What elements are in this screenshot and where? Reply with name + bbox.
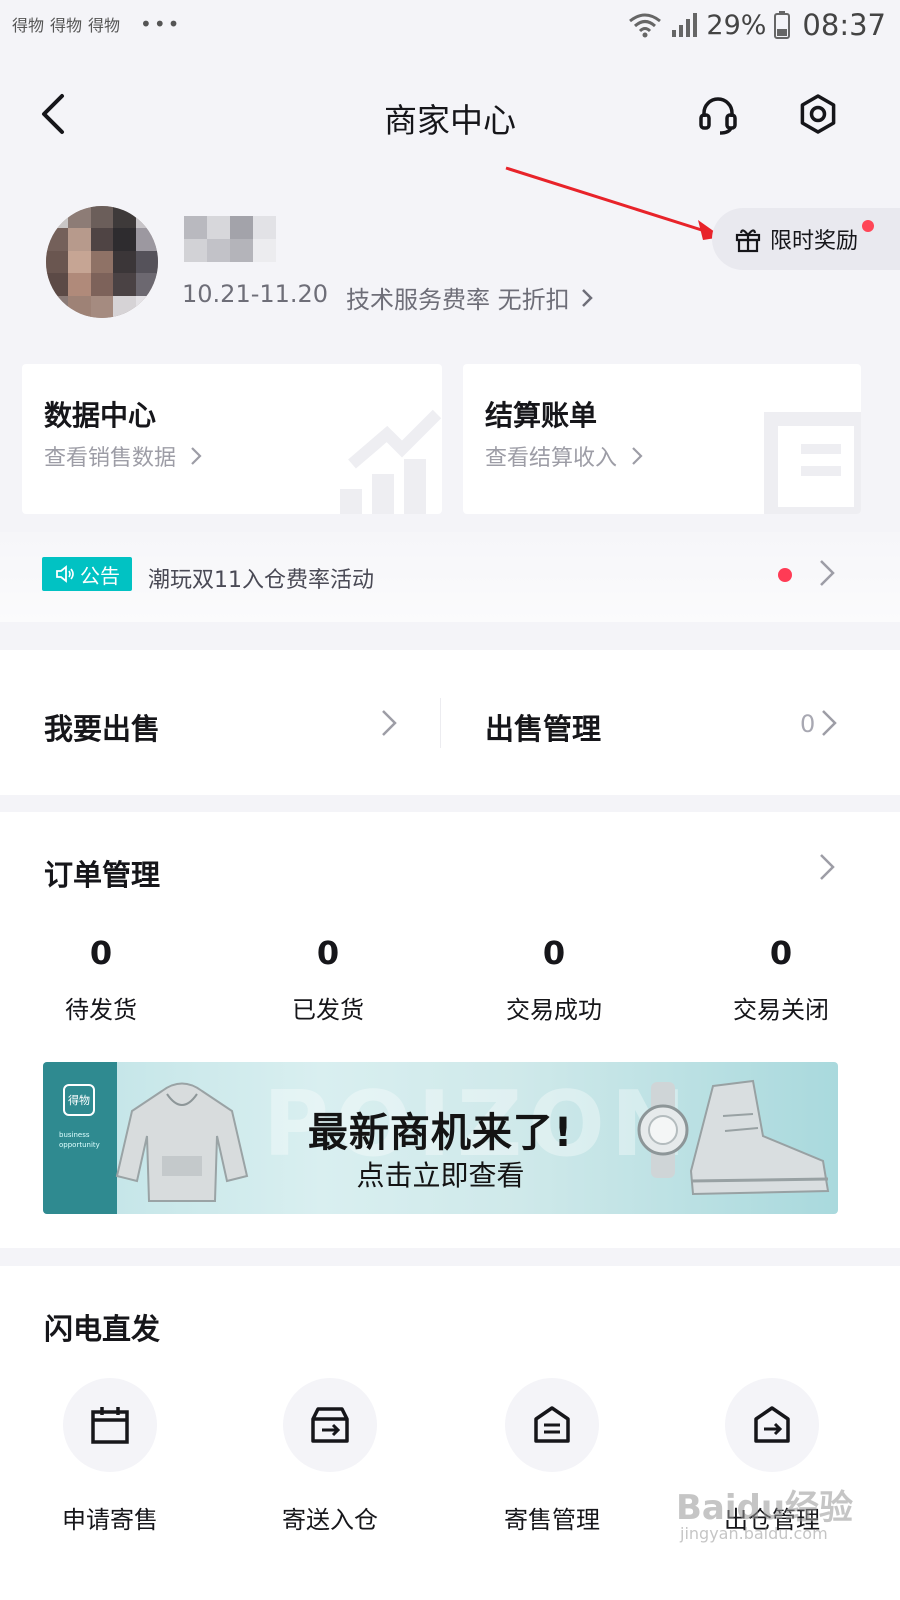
apply-consignment-button[interactable]: 申请寄售 xyxy=(20,1378,200,1535)
sell-count: 0 xyxy=(800,710,816,738)
announcement-bar[interactable]: 公告 潮玩双11入仓费率活动 xyxy=(0,532,900,622)
card-title: 数据中心 xyxy=(44,399,157,432)
unread-dot xyxy=(778,568,792,582)
announcement-text: 潮玩双11入仓费率活动 xyxy=(148,568,374,593)
card-subtitle: 查看销售数据 xyxy=(44,440,202,472)
service-fee-text: 技术服务费率 无折扣 xyxy=(346,286,570,314)
sell-label: 我要出售 xyxy=(44,712,161,746)
flash-shipping-section: 闪电直发 申请寄售 寄送入仓 寄售管理 出仓管理 xyxy=(0,1266,900,1600)
order-count: 0 xyxy=(542,934,566,972)
order-stat-closed[interactable]: 0 交易关闭 xyxy=(701,934,861,1025)
gear-icon xyxy=(800,94,836,134)
chevron-right-icon[interactable] xyxy=(818,558,836,588)
limited-reward-button[interactable]: 限时奖励 xyxy=(712,208,900,270)
calendar-icon xyxy=(91,1407,129,1444)
warehouse-box-icon xyxy=(311,1407,349,1443)
banner-headline: 最新商机来了! xyxy=(307,1110,574,1156)
document-house-icon xyxy=(534,1406,570,1443)
username-redacted xyxy=(184,216,276,262)
app-badge: 得物 xyxy=(12,16,45,35)
chevron-right-icon xyxy=(581,288,593,307)
notification-dot xyxy=(862,220,874,232)
baidu-watermark: Baidu经验 xyxy=(676,1488,854,1528)
promo-banner[interactable]: POIZON 得物 business opportunity 最新商机来了! 点… xyxy=(43,1062,838,1214)
warehouse-out-icon xyxy=(754,1406,790,1443)
announcement-tag: 公告 xyxy=(42,557,132,591)
banner-subline: 点击立即查看 xyxy=(356,1159,525,1192)
status-indicators: 29% 08:37 xyxy=(628,8,886,42)
card-subtitle-text: 查看结算收入 xyxy=(485,446,618,471)
flash-item-label: 寄送入仓 xyxy=(282,1506,378,1534)
order-count: 0 xyxy=(316,934,340,972)
annotation-arrow-icon xyxy=(505,166,722,240)
gift-icon xyxy=(735,229,761,253)
order-stat-shipped[interactable]: 0 已发货 xyxy=(248,934,408,1025)
settings-button[interactable] xyxy=(792,86,844,142)
flash-item-label: 申请寄售 xyxy=(62,1506,158,1534)
status-bar: 得物 得物 得物 ••• 29% 08:37 xyxy=(0,0,900,52)
app-badge: 得物 xyxy=(88,16,121,35)
chevron-right-icon xyxy=(822,710,837,736)
sell-entry[interactable]: 我要出售 xyxy=(0,650,440,795)
order-stat-completed[interactable]: 0 交易成功 xyxy=(474,934,634,1025)
speaker-icon xyxy=(56,565,74,583)
order-stat-pending-shipment[interactable]: 0 待发货 xyxy=(21,934,181,1025)
avatar[interactable] xyxy=(46,206,158,318)
section-title: 订单管理 xyxy=(44,858,161,892)
order-count: 0 xyxy=(769,934,793,972)
wifi-icon xyxy=(629,13,662,38)
app-badge: 得物 xyxy=(50,16,83,35)
card-subtitle: 查看结算收入 xyxy=(485,440,643,472)
sell-section: 我要出售 出售管理 0 xyxy=(0,650,900,795)
settlement-card[interactable]: 结算账单 查看结算收入 xyxy=(463,364,861,514)
icon-circle xyxy=(505,1378,599,1472)
battery-icon xyxy=(774,11,791,39)
bill-decoration-icon xyxy=(764,412,861,514)
card-subtitle-text: 查看销售数据 xyxy=(44,446,177,471)
section-title: 闪电直发 xyxy=(44,1312,161,1346)
icon-circle xyxy=(63,1378,157,1472)
order-label: 待发货 xyxy=(65,996,137,1024)
more-notifications-icon: ••• xyxy=(140,12,182,36)
chevron-right-icon[interactable] xyxy=(818,852,836,882)
billing-period: 10.21-11.20 xyxy=(182,280,329,308)
announcement-tag-label: 公告 xyxy=(80,563,120,588)
baidu-watermark-url: jingyan.baidu.com xyxy=(680,1524,828,1543)
service-fee-link[interactable]: 技术服务费率 无折扣 xyxy=(346,280,594,315)
header-bar: 商家中心 xyxy=(0,70,900,160)
order-label: 交易成功 xyxy=(506,996,602,1024)
flash-item-label: 寄售管理 xyxy=(504,1506,600,1534)
headset-icon xyxy=(699,97,737,135)
status-notifications: 得物 得物 得物 ••• xyxy=(12,12,181,36)
clock: 08:37 xyxy=(802,8,886,42)
chevron-right-icon xyxy=(382,710,397,736)
chevron-right-icon xyxy=(632,447,643,465)
battery-percentage: 29% xyxy=(706,9,767,41)
chevron-right-icon xyxy=(191,447,202,465)
icon-circle xyxy=(283,1378,377,1472)
icon-circle xyxy=(725,1378,819,1472)
card-title: 结算账单 xyxy=(485,399,598,432)
order-management-section: 订单管理 0 待发货 0 已发货 0 交易成功 0 交易关闭 POIZON 得物… xyxy=(0,812,900,1248)
order-label: 已发货 xyxy=(292,996,364,1024)
customer-service-button[interactable] xyxy=(692,86,744,142)
data-center-card[interactable]: 数据中心 查看销售数据 xyxy=(22,364,442,514)
consignment-management-button[interactable]: 寄售管理 xyxy=(462,1378,642,1535)
order-count: 0 xyxy=(89,934,113,972)
reward-label: 限时奖励 xyxy=(770,229,859,254)
send-to-warehouse-button[interactable]: 寄送入仓 xyxy=(240,1378,420,1535)
page-title: 商家中心 xyxy=(384,101,516,140)
signal-icon xyxy=(672,13,698,37)
chart-decoration-icon xyxy=(340,409,442,514)
sell-management-label: 出售管理 xyxy=(485,712,602,746)
order-label: 交易关闭 xyxy=(733,996,829,1024)
